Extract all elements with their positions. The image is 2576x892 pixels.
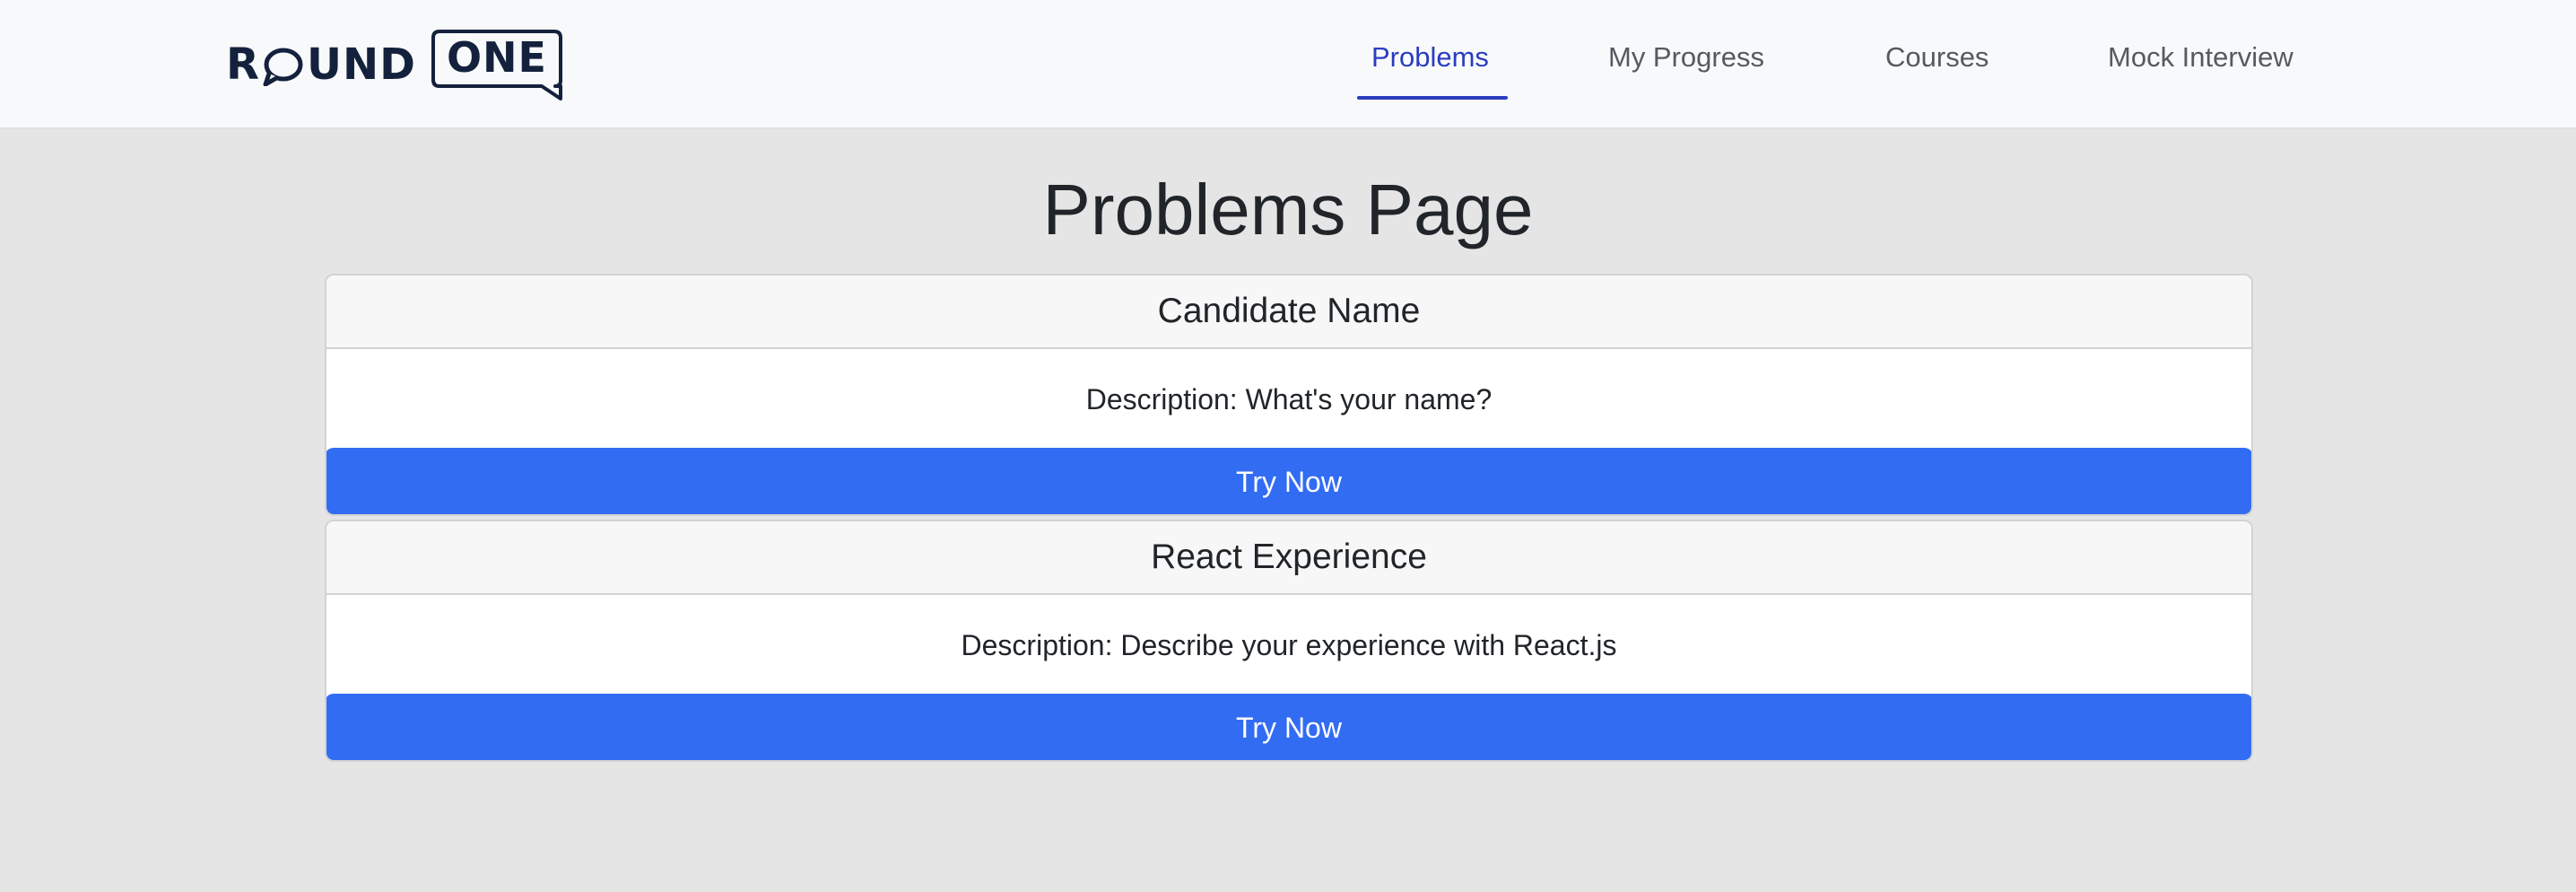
logo-letter-r: R <box>226 39 260 90</box>
logo-speech-bubble-icon <box>262 47 305 87</box>
logo-letters-und: UND <box>306 39 416 90</box>
round-one-logo[interactable]: R UND ONE <box>226 27 563 102</box>
logo-round-word: R UND <box>226 33 416 96</box>
try-now-button[interactable]: Try Now <box>326 448 2251 514</box>
logo-one-text: ONE <box>446 33 547 82</box>
problem-card-title: React Experience <box>326 521 2251 595</box>
problem-card-title: Candidate Name <box>326 275 2251 349</box>
top-navbar: R UND ONE Problems My Progress Courses M… <box>0 0 2576 129</box>
logo-one-box: ONE <box>431 29 563 101</box>
page-title: Problems Page <box>1042 170 1534 249</box>
nav-link-my-progress[interactable]: My Progress <box>1608 41 1764 74</box>
problem-card: Candidate Name Description: What's your … <box>325 274 2253 516</box>
nav-link-courses[interactable]: Courses <box>1885 41 1989 74</box>
problem-card: React Experience Description: Describe y… <box>325 520 2253 762</box>
nav-link-mock-interview[interactable]: Mock Interview <box>2108 41 2293 74</box>
try-now-button[interactable]: Try Now <box>326 694 2251 760</box>
problem-card-description: Description: Describe your experience wi… <box>961 628 1617 661</box>
nav-link-problems[interactable]: Problems <box>1371 41 1489 74</box>
active-tab-indicator <box>1357 96 1508 100</box>
problem-card-description: Description: What's your name? <box>1085 382 1493 415</box>
